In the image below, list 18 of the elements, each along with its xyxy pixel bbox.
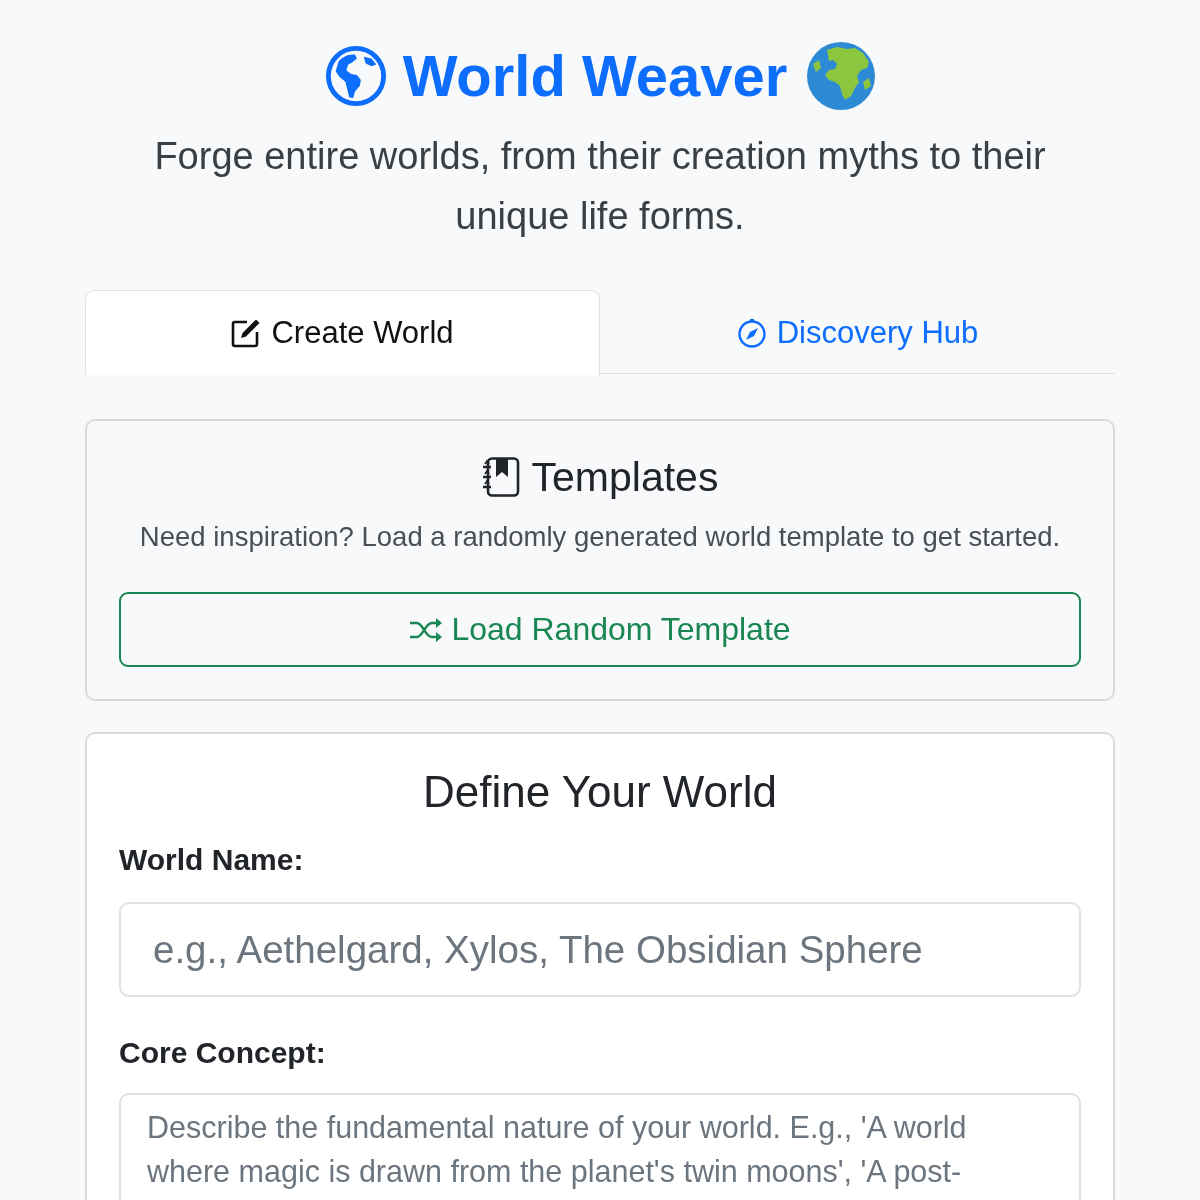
templates-description: Need inspiration? Load a randomly generated world template to get started. — [138, 520, 1062, 554]
shuffle-icon — [409, 616, 444, 643]
tab[interactable]: Discovery Hub — [600, 290, 1115, 375]
field-label: World Name: — [119, 842, 304, 878]
compass-icon — [736, 317, 767, 348]
earth-globe-icon — [807, 42, 876, 110]
load-random-template-button[interactable]: Load Random Template — [119, 592, 1081, 667]
globe-icon — [324, 45, 387, 107]
bookmark-notebook-icon — [481, 457, 520, 497]
app-subtitle: Forge entire worlds, from their creation myths to their unique life forms. — [153, 134, 1047, 239]
field-label: Core Concept: — [119, 1035, 326, 1071]
form-title: Define Your World — [422, 766, 778, 818]
app-title: World Weaver — [402, 42, 788, 110]
templates-title: Templates — [531, 453, 719, 502]
core-concept-textarea[interactable]: Describe the fundamental nature of your world. E.g., 'A world where magic is drawn from the planet's twin moons', 'A post- — [119, 1093, 1081, 1200]
tab[interactable]: Create World — [85, 290, 600, 375]
edit-icon — [231, 317, 262, 348]
world-name-input[interactable]: e.g., Aethelgard, Xylos, The Obsidian Sphere — [119, 902, 1081, 997]
